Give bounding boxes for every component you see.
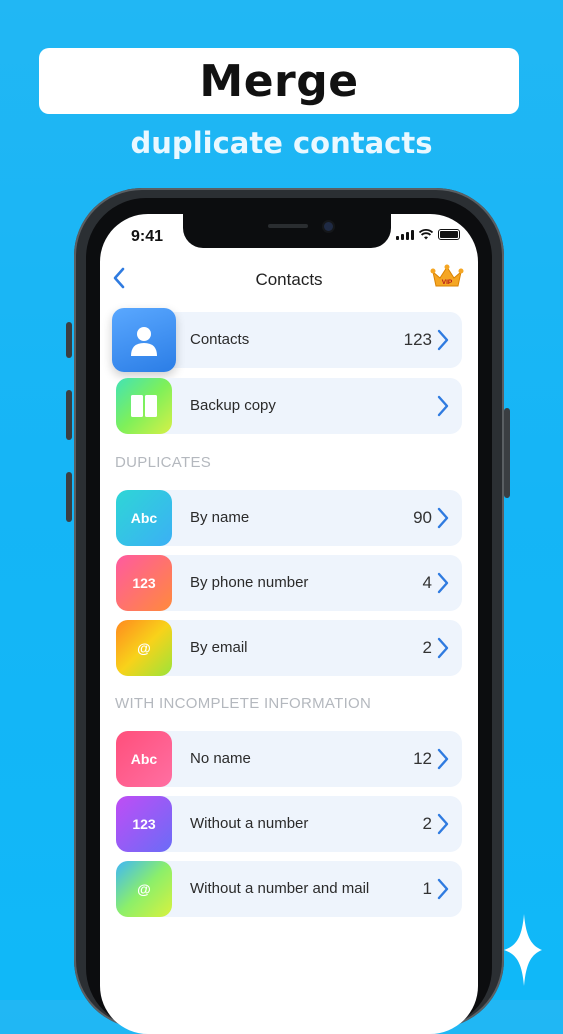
phone-volume-up-button	[66, 390, 72, 440]
speaker-grille	[268, 224, 308, 228]
chevron-right-icon	[437, 572, 449, 594]
row-count: 2	[422, 814, 432, 833]
back-button[interactable]	[112, 266, 126, 294]
list-item-contacts[interactable]: Contacts 123	[112, 308, 462, 372]
chevron-left-icon	[113, 267, 125, 289]
list-item-backup[interactable]: Backup copy	[116, 378, 462, 434]
status-icons	[396, 229, 460, 240]
row-label: Backup copy	[190, 397, 276, 414]
row-count: 1	[422, 879, 432, 898]
abc-tile: Abc	[116, 731, 172, 787]
row-count: 4	[422, 573, 432, 592]
row-label: No name	[190, 750, 251, 767]
page-title: Contacts	[255, 270, 323, 289]
abc-tile: Abc	[116, 490, 172, 546]
section-header-duplicates: DUPLICATES	[115, 454, 212, 471]
battery-icon	[438, 229, 460, 240]
section-header-incomplete: WITH INCOMPLETE INFORMATION	[115, 695, 372, 712]
person-icon	[131, 327, 157, 356]
row-label: By phone number	[190, 574, 309, 591]
chevron-right-icon	[437, 395, 449, 417]
list-item-no-name[interactable]: Abc No name 12	[116, 731, 462, 787]
tile-text: 123	[132, 816, 156, 832]
tile-text: Abc	[130, 751, 158, 767]
vip-text: VIP	[442, 279, 453, 286]
tile-text: 123	[132, 575, 156, 591]
crown-vip-icon[interactable]: VIP	[430, 264, 464, 290]
row-label: Without a number and mail	[190, 880, 370, 897]
list-item-without-number-and-mail[interactable]: @ Without a number and mail 1	[116, 861, 462, 917]
chevron-right-icon	[437, 507, 449, 529]
row-count: 2	[422, 638, 432, 657]
phone-volume-down-button	[66, 472, 72, 522]
chevron-right-icon	[437, 813, 449, 835]
tile-text: Abc	[130, 510, 158, 526]
tile-text: @	[137, 640, 151, 656]
chevron-right-icon	[437, 748, 449, 770]
phone-side-button	[66, 322, 72, 358]
chevron-right-icon	[437, 329, 449, 351]
number-tile: 123	[116, 796, 172, 852]
list-item-by-name[interactable]: Abc By name 90	[116, 490, 462, 546]
tile-text: @	[137, 881, 151, 897]
book-icon	[131, 395, 157, 417]
status-time: 9:41	[131, 228, 164, 245]
contacts-tile	[112, 308, 176, 372]
front-camera	[324, 222, 333, 231]
backup-tile	[116, 378, 172, 434]
signal-icon	[396, 230, 414, 240]
at-tile: @	[116, 620, 172, 676]
sparkle-icon	[504, 914, 542, 986]
row-count: 12	[413, 749, 432, 768]
row-label: Contacts	[190, 331, 250, 348]
phone-notch	[183, 214, 391, 248]
list-item-without-number[interactable]: 123 Without a number 2	[116, 796, 462, 852]
title-banner: Merge	[39, 48, 519, 114]
row-label: Without a number	[190, 815, 309, 832]
row-count: 123	[403, 330, 432, 349]
row-label: By email	[190, 639, 248, 656]
phone-power-button	[504, 408, 510, 498]
wifi-icon	[419, 229, 433, 240]
subtitle: duplicate contacts	[130, 126, 433, 160]
chevron-right-icon	[437, 637, 449, 659]
banner-title: Merge	[199, 55, 359, 107]
list-item-by-email[interactable]: @ By email 2	[116, 620, 462, 676]
row-count: 90	[413, 508, 432, 527]
chevron-right-icon	[437, 878, 449, 900]
row-label: By name	[190, 509, 250, 526]
number-tile: 123	[116, 555, 172, 611]
at-tile: @	[116, 861, 172, 917]
list-item-by-phone[interactable]: 123 By phone number 4	[116, 555, 462, 611]
